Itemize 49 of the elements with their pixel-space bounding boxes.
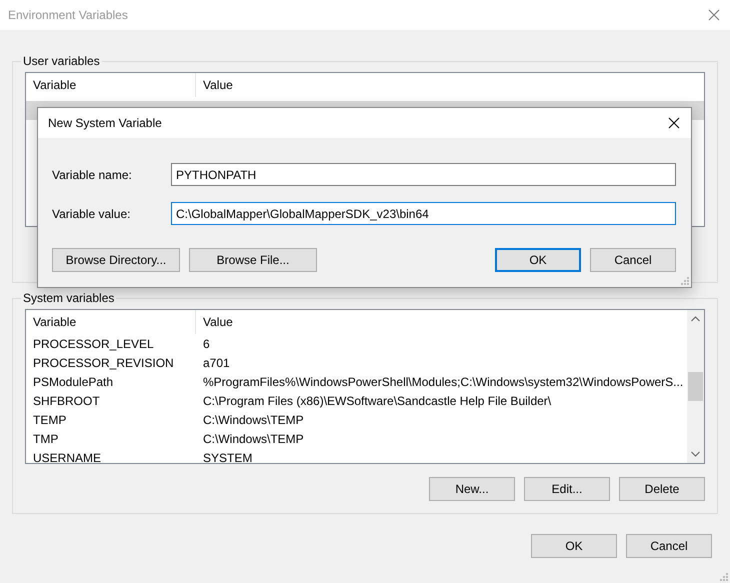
browse-button[interactable]: Browse File...: [189, 248, 317, 272]
variable-value: 6: [203, 336, 210, 350]
list-button[interactable]: New...: [429, 477, 515, 501]
scroll-down-icon[interactable]: [691, 451, 700, 457]
dialog-title: New System Variable: [48, 116, 162, 130]
variable-value: a701: [203, 356, 230, 370]
field-label: Variable value:: [52, 206, 132, 220]
dialog-button[interactable]: Cancel: [626, 534, 712, 558]
list-row[interactable]: USERNAME SYSTEM: [26, 448, 687, 463]
list-row[interactable]: PROCESSOR_REVISION a701: [26, 353, 687, 372]
group-title: System variables: [22, 291, 116, 305]
input-field[interactable]: C:\GlobalMapper\GlobalMapperSDK_v23\bin64: [171, 202, 676, 225]
close-icon[interactable]: [668, 117, 680, 129]
window-title: Environment Variables: [8, 8, 128, 22]
list-row[interactable]: TMP C:\Windows\TEMP: [26, 429, 687, 448]
variable-value: %ProgramFiles%\WindowsPowerShell\Modules;C:\Windows\system32\WindowsPowerS...: [203, 374, 684, 388]
scroll-up-icon[interactable]: [691, 316, 700, 322]
list-row[interactable]: PSModulePath %ProgramFiles%\WindowsPowerShell\Modules;C:\Windows\system32\WindowsPowerS...: [26, 372, 687, 391]
group-title: User variables: [22, 54, 101, 68]
resize-grip-icon[interactable]: [681, 277, 689, 285]
field-label: Variable name:: [52, 168, 133, 182]
column-header[interactable]: Value: [196, 310, 687, 334]
dialog-button[interactable]: OK: [531, 534, 617, 558]
variable-value: C:\Program Files (x86)\EWSoftware\Sandcastle Help File Builder\: [203, 394, 552, 408]
input-field[interactable]: PYTHONPATH: [171, 163, 676, 186]
variable-value: C:\Windows\TEMP: [203, 412, 304, 426]
scroll-thumb[interactable]: [688, 372, 703, 401]
column-header[interactable]: Variable: [26, 310, 196, 334]
dialog-button[interactable]: OK: [495, 248, 581, 272]
variable-name: SHFBROOT: [33, 394, 100, 408]
resize-grip-icon[interactable]: [720, 573, 728, 581]
variable-name: PSModulePath: [33, 374, 114, 388]
variable-value: C:\Windows\TEMP: [203, 432, 304, 446]
list-row[interactable]: SHFBROOT C:\Program Files (x86)\EWSoftware\Sandcastle Help File Builder\: [26, 391, 687, 410]
list-button[interactable]: Edit...: [524, 477, 610, 501]
variable-name: PROCESSOR_LEVEL: [33, 336, 154, 350]
variable-value: SYSTEM: [203, 450, 252, 463]
variable-name: TEMP: [33, 412, 66, 426]
list-row[interactable]: PROCESSOR_LEVEL 6: [26, 334, 687, 353]
variable-name: PROCESSOR_REVISION: [33, 356, 174, 370]
dialog-button[interactable]: Cancel: [590, 248, 676, 272]
column-header[interactable]: Value: [196, 73, 704, 97]
variable-name: TMP: [33, 432, 58, 446]
scrollbar[interactable]: [687, 310, 704, 463]
browse-button[interactable]: Browse Directory...: [52, 248, 180, 272]
list-button[interactable]: Delete: [619, 477, 705, 501]
column-header[interactable]: Variable: [26, 73, 196, 97]
variable-name: USERNAME: [33, 450, 102, 463]
list-row[interactable]: TEMP C:\Windows\TEMP: [26, 410, 687, 429]
